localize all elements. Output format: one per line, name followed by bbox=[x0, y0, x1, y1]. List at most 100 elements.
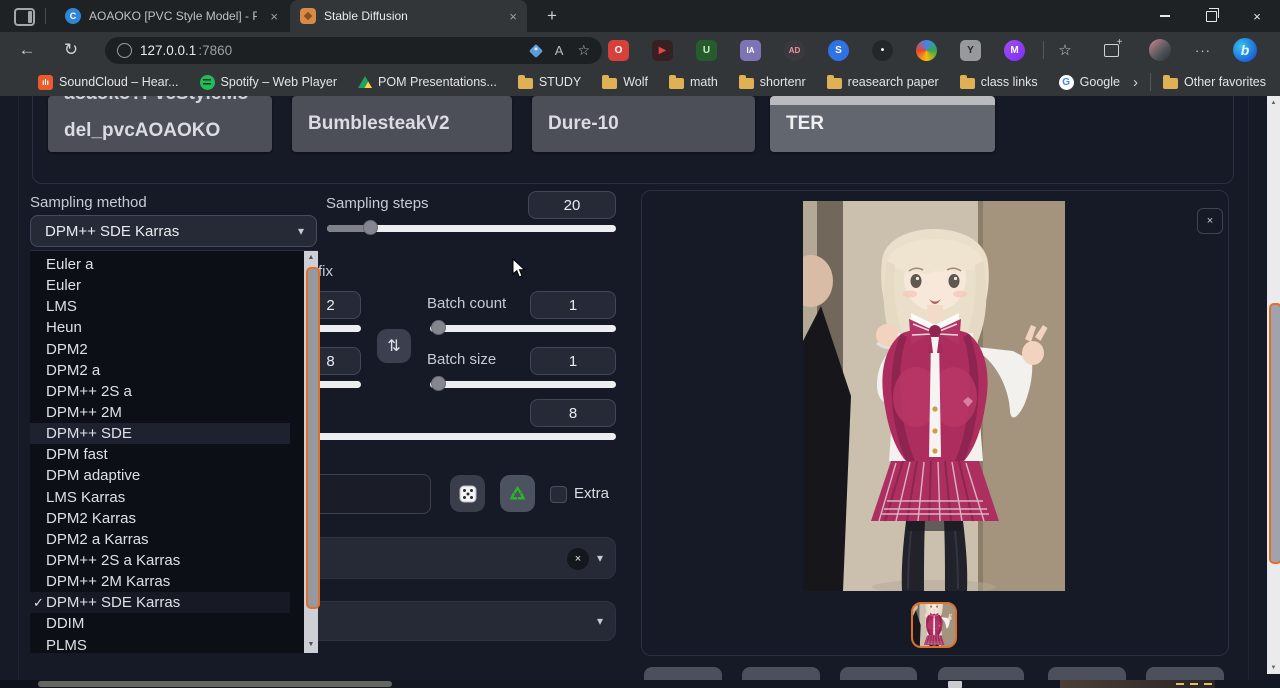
horizontal-scrollbar-thumb[interactable] bbox=[38, 681, 392, 687]
sampler-option[interactable]: DPM2 Karras bbox=[30, 508, 290, 529]
gallery-action-button[interactable] bbox=[1048, 667, 1126, 680]
seed-input[interactable] bbox=[305, 474, 431, 514]
site-info-icon[interactable] bbox=[117, 43, 132, 58]
favorites-icon[interactable]: ☆ bbox=[1052, 32, 1078, 68]
video-extension-icon[interactable]: ▶ bbox=[652, 40, 673, 61]
close-gallery-icon[interactable]: × bbox=[1197, 208, 1223, 234]
extra-checkbox[interactable] bbox=[550, 486, 567, 503]
tag-icon[interactable] bbox=[529, 43, 543, 57]
bookmark-item[interactable]: reasearch paper bbox=[827, 75, 939, 89]
checkpoint-card[interactable]: aoaoko?PvcStyleMo del_pvcAOAOKO bbox=[48, 96, 272, 152]
sampler-option[interactable]: DPM++ 2M bbox=[30, 402, 290, 423]
bookmark-item[interactable]: math bbox=[669, 75, 718, 89]
cfg-scale-slider[interactable] bbox=[300, 433, 616, 440]
workspaces-icon[interactable] bbox=[14, 8, 35, 26]
sampler-option[interactable]: DPM adaptive bbox=[30, 465, 290, 486]
batch-count-slider[interactable] bbox=[430, 325, 616, 332]
sampling-steps-slider[interactable] bbox=[327, 225, 616, 232]
bookmark-item[interactable]: Wolf bbox=[602, 75, 648, 89]
gallery-action-button[interactable] bbox=[840, 667, 917, 680]
sampler-option[interactable]: DPM2 a bbox=[30, 360, 290, 381]
tab-stable-diffusion[interactable]: Stable Diffusion × bbox=[290, 0, 527, 32]
batch-size-input[interactable]: 1 bbox=[530, 347, 616, 375]
gallery-thumbnail[interactable] bbox=[911, 602, 957, 648]
sampling-method-dropdown[interactable]: DPM++ SDE Karras ▾ bbox=[30, 215, 317, 247]
gallery-action-button[interactable] bbox=[742, 667, 820, 680]
tab-close-icon[interactable]: × bbox=[270, 9, 278, 24]
browser-scrollbar[interactable]: ▲ ▼ bbox=[1267, 96, 1280, 674]
options-scrollbar[interactable]: ▲ ▼ bbox=[304, 251, 318, 653]
read-aloud-icon[interactable]: A bbox=[555, 43, 564, 58]
back-button[interactable]: ← bbox=[10, 32, 44, 68]
sampler-option[interactable]: ✓DPM++ SDE Karras bbox=[30, 592, 290, 613]
scrollbar-thumb[interactable] bbox=[306, 267, 320, 609]
scroll-down-icon[interactable]: ▼ bbox=[1267, 661, 1280, 674]
sampler-option[interactable]: PLMS bbox=[30, 635, 290, 656]
random-seed-button[interactable] bbox=[450, 475, 485, 512]
scroll-down-icon[interactable]: ▼ bbox=[304, 638, 318, 651]
gallery-action-button[interactable] bbox=[644, 667, 722, 680]
close-button[interactable]: × bbox=[1234, 0, 1280, 32]
cfg-scale-input[interactable]: 8 bbox=[530, 399, 616, 427]
scroll-up-icon[interactable]: ▲ bbox=[304, 251, 318, 264]
script-dropdown[interactable]: ▾ bbox=[300, 601, 616, 641]
tab-close-icon[interactable]: × bbox=[509, 9, 517, 24]
bookmark-item[interactable]: Spotify – Web Player bbox=[200, 75, 338, 90]
restore-button[interactable] bbox=[1188, 0, 1234, 32]
sampler-option[interactable]: Euler a bbox=[30, 254, 290, 275]
sampler-option[interactable]: DPM2 a Karras bbox=[30, 529, 290, 550]
color-wheel-extension-icon[interactable] bbox=[916, 40, 937, 61]
add-favorite-icon[interactable]: ☆ bbox=[577, 42, 590, 59]
slider-handle[interactable] bbox=[431, 320, 446, 335]
shazam-extension-icon[interactable]: S bbox=[828, 40, 849, 61]
batch-size-slider[interactable] bbox=[430, 381, 616, 388]
sampler-option[interactable]: LMS bbox=[30, 296, 290, 317]
address-bar[interactable]: 127.0.0.1 :7860 A ☆ bbox=[105, 37, 602, 64]
bing-chat-icon[interactable]: b bbox=[1230, 32, 1260, 68]
sampling-steps-input[interactable]: 20 bbox=[528, 191, 616, 219]
sampler-option[interactable]: DPM2 bbox=[30, 339, 290, 360]
shield-extension-icon[interactable]: U bbox=[696, 40, 717, 61]
other-favorites-folder[interactable]: Other favorites bbox=[1163, 75, 1266, 89]
settings-menu-icon[interactable]: ··· bbox=[1190, 32, 1216, 68]
red-o-extension-icon[interactable]: O bbox=[608, 40, 629, 61]
sampler-option[interactable]: LMS Karras bbox=[30, 487, 290, 508]
bookmarks-overflow-icon[interactable]: › bbox=[1133, 74, 1138, 91]
new-tab-button[interactable]: + bbox=[540, 4, 564, 28]
bookmark-item[interactable]: shortenr bbox=[739, 75, 806, 89]
clear-selection-icon[interactable]: × bbox=[567, 548, 589, 570]
checkpoint-card[interactable]: Dure-10 bbox=[532, 96, 755, 152]
scrollbar-thumb[interactable] bbox=[1269, 303, 1280, 564]
sampler-option[interactable]: DDIM bbox=[30, 613, 290, 634]
batch-count-input[interactable]: 1 bbox=[530, 291, 616, 319]
map-pin-extension-icon[interactable]: • bbox=[872, 40, 893, 61]
profile-avatar[interactable] bbox=[1147, 32, 1173, 68]
slider-handle[interactable] bbox=[363, 220, 378, 235]
y-extension-icon[interactable]: Y bbox=[960, 40, 981, 61]
monica-extension-icon[interactable]: M bbox=[1004, 40, 1025, 61]
gallery-action-button[interactable] bbox=[1146, 667, 1224, 680]
bookmark-item[interactable]: POM Presentations... bbox=[358, 75, 497, 89]
bookmark-item[interactable]: class links bbox=[960, 75, 1038, 89]
styles-dropdown[interactable]: × ▾ bbox=[300, 537, 616, 579]
collections-icon[interactable] bbox=[1098, 32, 1124, 68]
bookmark-item[interactable]: ılıSoundCloud – Hear... bbox=[38, 75, 179, 90]
slider-handle[interactable] bbox=[431, 376, 446, 391]
gallery-action-button[interactable] bbox=[938, 667, 1024, 680]
sampler-option[interactable]: DPM++ SDE bbox=[30, 423, 290, 444]
reuse-seed-button[interactable] bbox=[500, 475, 535, 512]
sampler-option[interactable]: DPM++ 2S a Karras bbox=[30, 550, 290, 571]
bookmark-item[interactable]: STUDY bbox=[518, 75, 581, 89]
adblock-extension-icon[interactable]: AD bbox=[784, 40, 805, 61]
sampler-option[interactable]: Heun bbox=[30, 317, 290, 338]
checkpoint-card-selected[interactable]: TER bbox=[770, 96, 995, 152]
tab-civitai[interactable]: C AOAOKO [PVC Style Model] - PV × bbox=[55, 0, 288, 32]
swap-dimensions-button[interactable]: ⇅ bbox=[377, 329, 411, 363]
ia-extension-icon[interactable]: IA bbox=[740, 40, 761, 61]
checkpoint-card[interactable]: BumblesteakV2 bbox=[292, 96, 512, 152]
sampler-option[interactable]: Euler bbox=[30, 275, 290, 296]
scroll-up-icon[interactable]: ▲ bbox=[1267, 96, 1280, 109]
sampler-option[interactable]: DPM fast bbox=[30, 444, 290, 465]
generated-image[interactable] bbox=[803, 201, 1065, 591]
minimize-button[interactable] bbox=[1142, 0, 1188, 32]
